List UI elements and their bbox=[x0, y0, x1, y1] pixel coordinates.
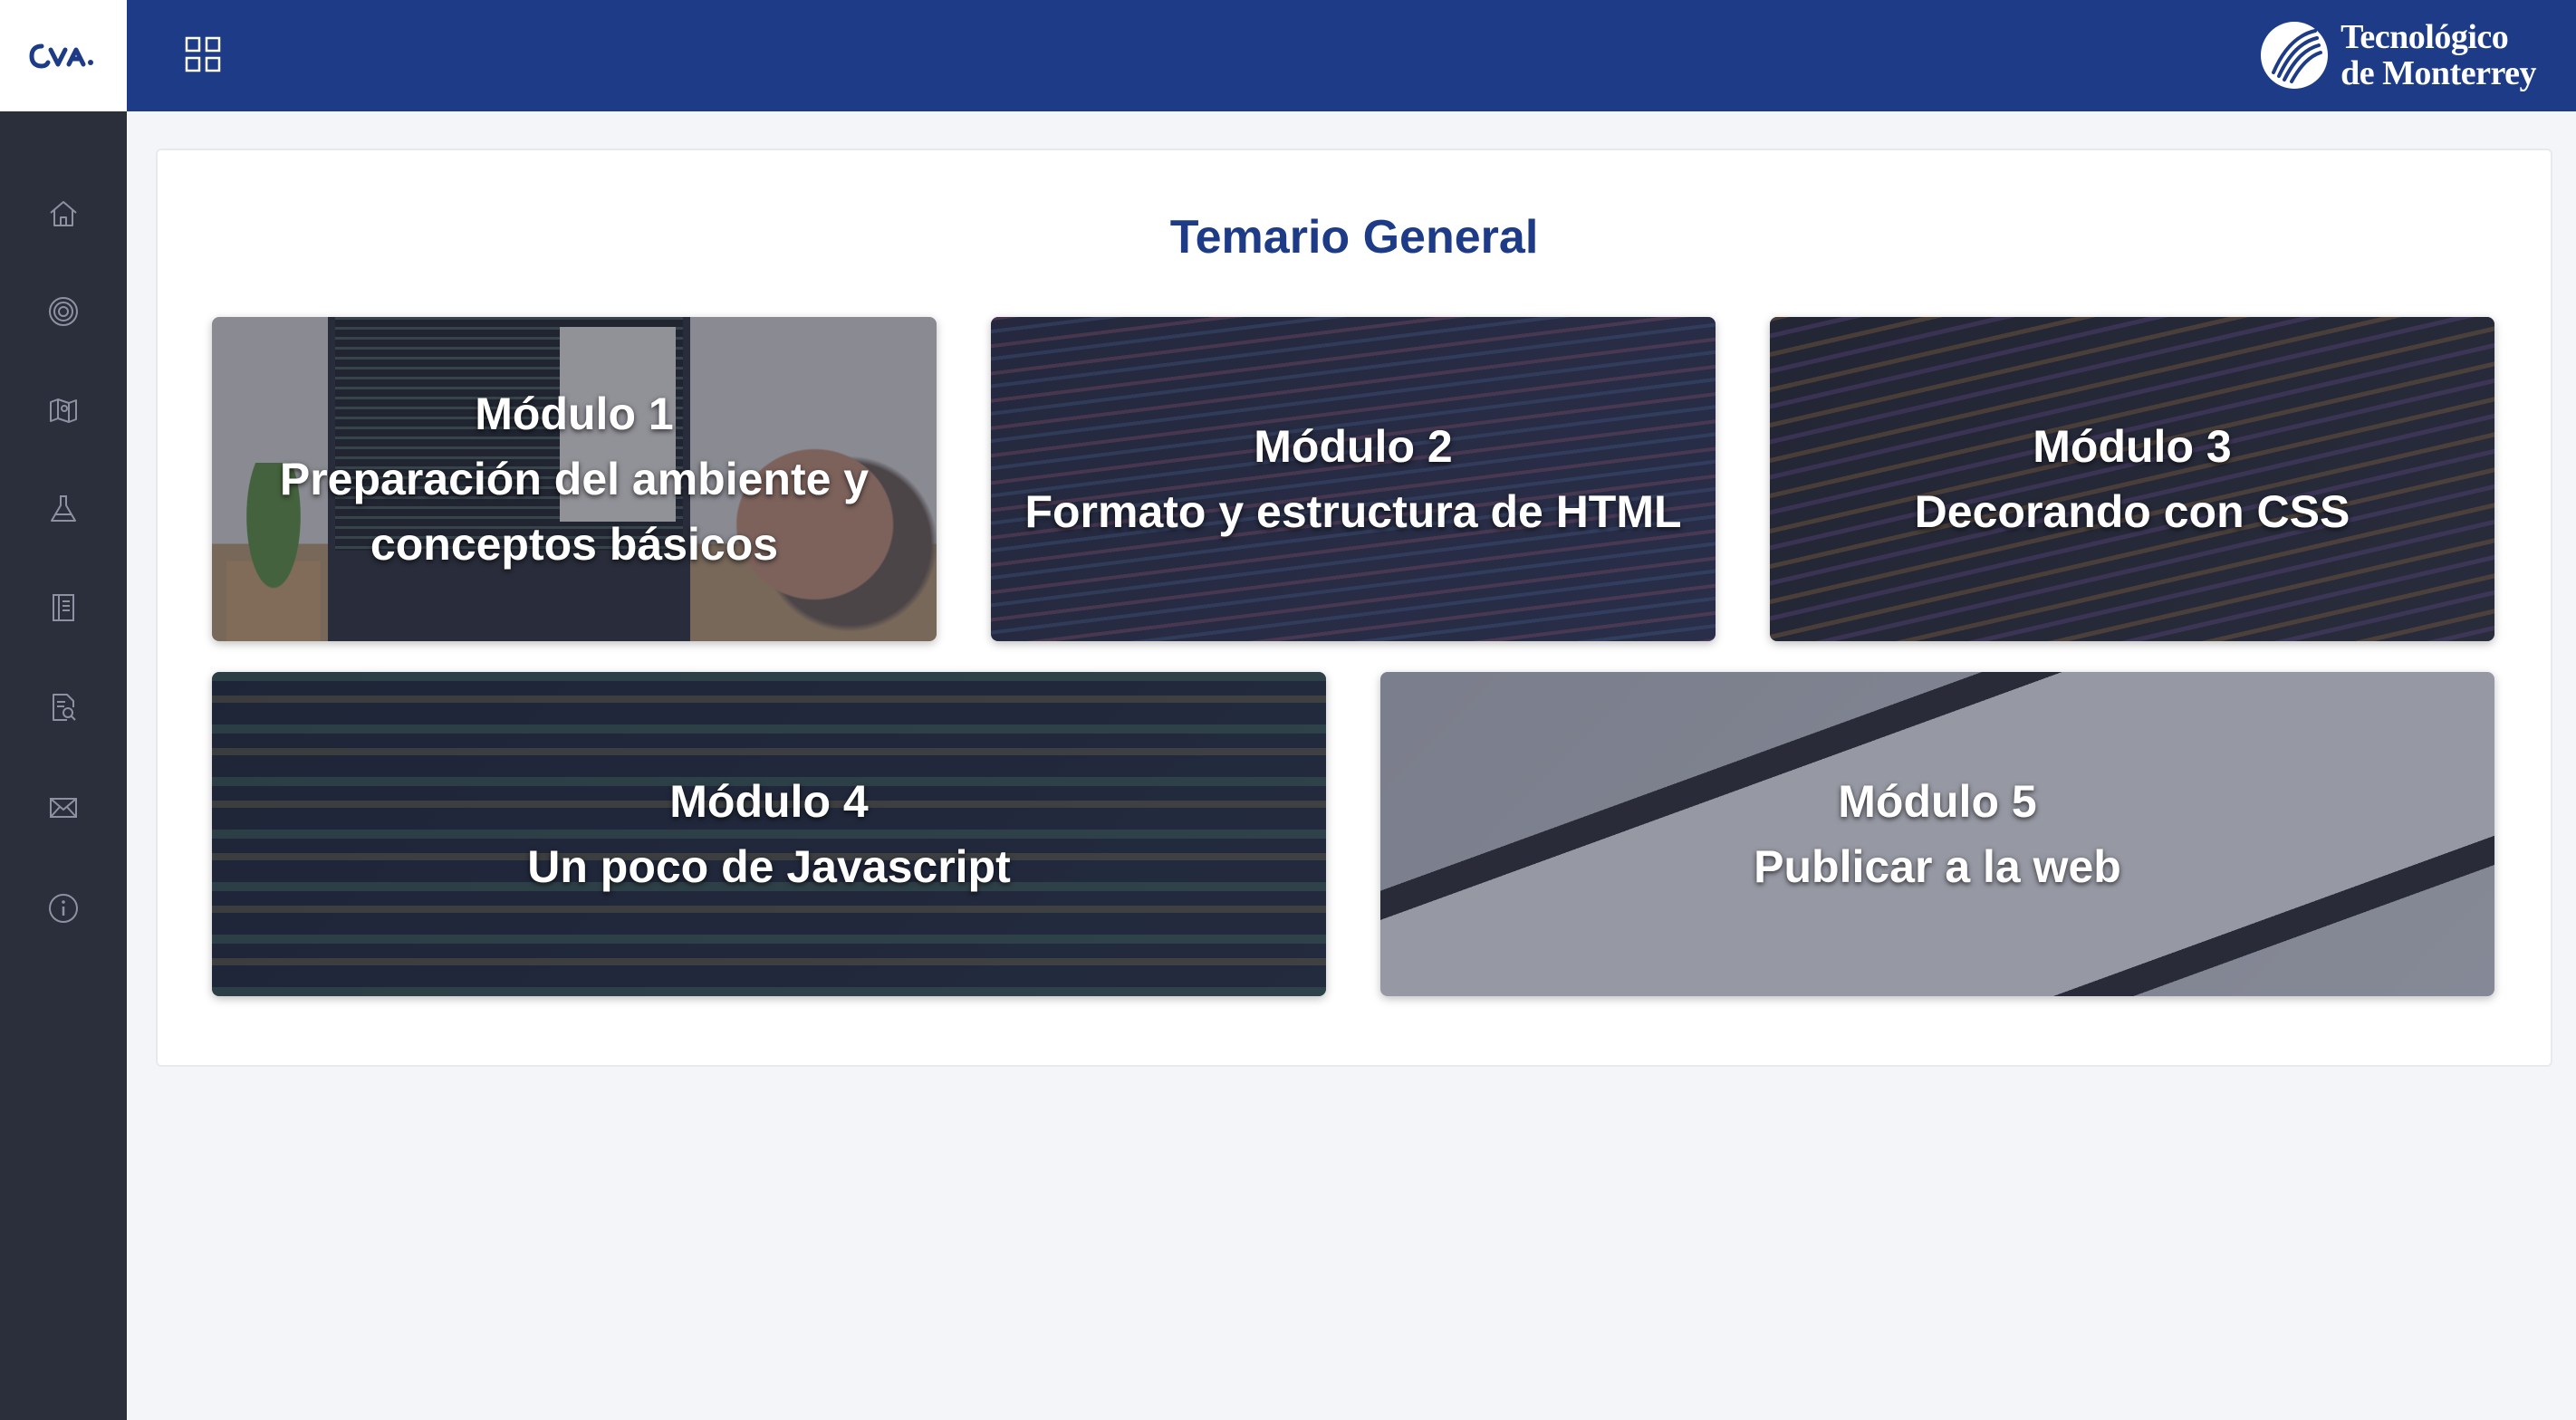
cva-logo[interactable] bbox=[0, 0, 127, 111]
sidebar-item-mail[interactable] bbox=[0, 772, 127, 844]
cva-logo-icon bbox=[29, 43, 93, 69]
module-card-3[interactable]: Módulo 3 Decorando con CSS bbox=[1770, 317, 2494, 641]
page-title: Temario General bbox=[1169, 211, 1539, 264]
module-2-title: Formato y estructura de HTML bbox=[1024, 486, 1682, 537]
sidebar-item-info[interactable] bbox=[0, 872, 127, 945]
module-5-label: Módulo 5 Publicar a la web bbox=[1726, 769, 2148, 899]
module-5-title: Publicar a la web bbox=[1754, 841, 2121, 892]
module-card-4[interactable]: Módulo 4 Un poco de Javascript bbox=[212, 672, 1326, 996]
top-bar: Tecnológico de Monterrey bbox=[127, 0, 2576, 111]
home-icon bbox=[50, 201, 77, 226]
sidebar-item-lab[interactable] bbox=[0, 473, 127, 545]
lab-flask-icon bbox=[51, 495, 76, 522]
sidebar bbox=[0, 0, 127, 1420]
module-2-label: Módulo 2 Formato y estructura de HTML bbox=[997, 414, 1708, 544]
module-1-label: Módulo 1 Preparación del ambiente y conc… bbox=[253, 381, 896, 577]
info-icon bbox=[49, 894, 78, 923]
module-5-number: Módulo 5 bbox=[1838, 776, 2037, 827]
module-4-title: Un poco de Javascript bbox=[527, 841, 1011, 892]
module-1-number: Módulo 1 bbox=[475, 389, 674, 439]
sidebar-item-goals[interactable] bbox=[0, 275, 127, 348]
sidebar-item-documents[interactable] bbox=[0, 671, 127, 744]
sidebar-item-map[interactable] bbox=[0, 374, 127, 446]
module-2-number: Módulo 2 bbox=[1254, 421, 1453, 472]
document-search-icon bbox=[53, 694, 76, 721]
map-icon bbox=[50, 398, 77, 423]
tec-de-monterrey-logo[interactable]: Tecnológico de Monterrey bbox=[2259, 16, 2536, 94]
sidebar-item-notebook[interactable] bbox=[0, 571, 127, 644]
brand-line-2: de Monterrey bbox=[2341, 54, 2536, 92]
module-1-title-line-2: conceptos básicos bbox=[370, 519, 779, 570]
module-3-title: Decorando con CSS bbox=[1914, 486, 2350, 537]
module-card-1[interactable]: Módulo 1 Preparación del ambiente y conc… bbox=[212, 317, 937, 641]
tec-seal-icon bbox=[2261, 22, 2329, 89]
brand-line-1: Tecnológico bbox=[2341, 18, 2509, 56]
target-icon bbox=[49, 297, 78, 326]
module-card-2[interactable]: Módulo 2 Formato y estructura de HTML bbox=[991, 317, 1716, 641]
notebook-icon bbox=[53, 594, 74, 621]
module-3-label: Módulo 3 Decorando con CSS bbox=[1888, 414, 2378, 544]
module-4-number: Módulo 4 bbox=[669, 776, 869, 827]
module-card-5[interactable]: Módulo 5 Publicar a la web bbox=[1380, 672, 2494, 996]
brand-name: Tecnológico de Monterrey bbox=[2341, 19, 2536, 91]
module-4-label: Módulo 4 Un poco de Javascript bbox=[500, 769, 1038, 899]
mail-icon bbox=[50, 798, 77, 818]
module-3-number: Módulo 3 bbox=[2033, 421, 2232, 472]
grid-icon bbox=[185, 36, 221, 72]
sidebar-item-home[interactable] bbox=[0, 178, 127, 250]
syllabus-card: Temario General Módulo 1 Preparación del… bbox=[156, 149, 2552, 1067]
apps-menu-button[interactable] bbox=[176, 27, 230, 82]
module-1-title-line-1: Preparación del ambiente y bbox=[279, 454, 870, 504]
